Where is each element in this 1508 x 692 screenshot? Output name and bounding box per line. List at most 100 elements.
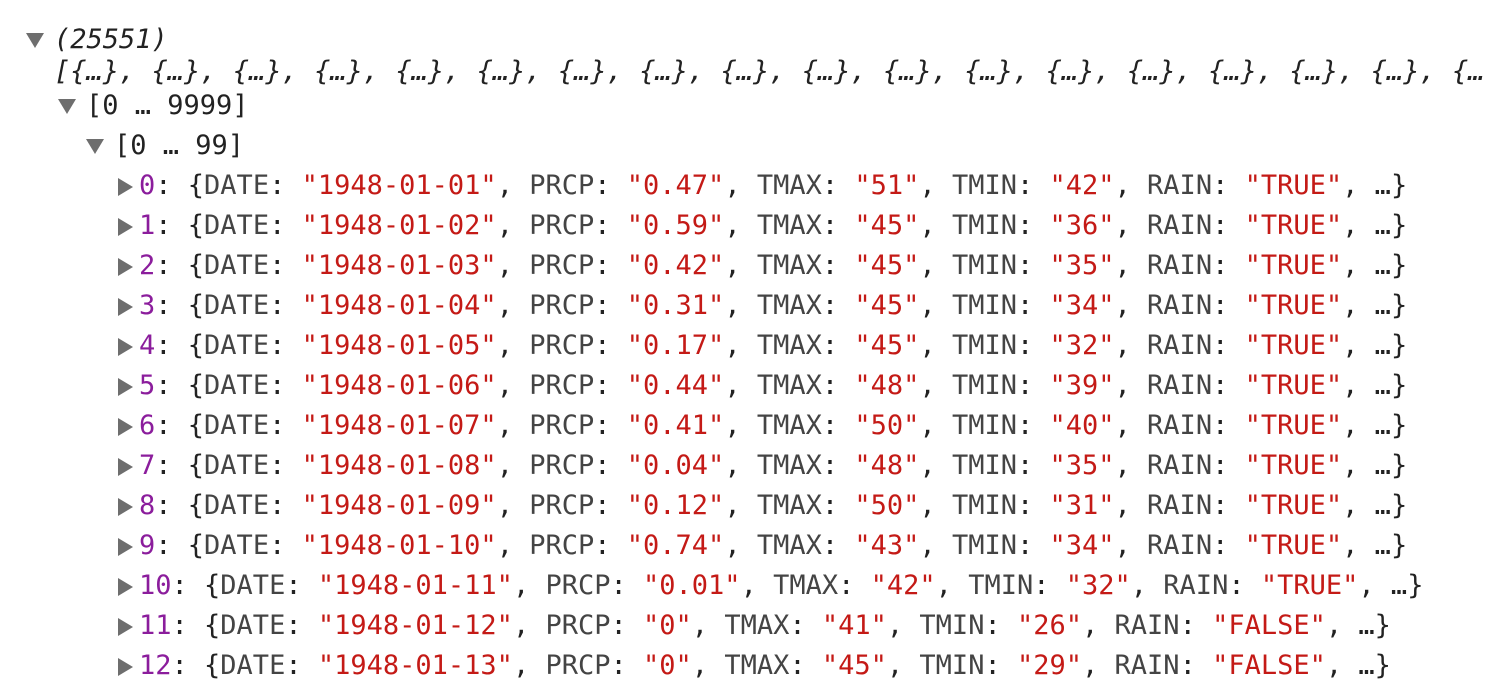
row-value-prcp: 0.59 bbox=[643, 210, 709, 241]
row-value-prcp: 0.17 bbox=[643, 330, 709, 361]
object-row[interactable]: 8: {DATE: "1948-01-09", PRCP: "0.12", TM… bbox=[118, 486, 1407, 526]
expand-row-triangle-icon[interactable] bbox=[118, 337, 133, 356]
expand-row-triangle-icon[interactable] bbox=[118, 177, 133, 196]
quote-close: " bbox=[496, 610, 513, 641]
row-key-prcp: PRCP bbox=[529, 410, 595, 441]
key-separator: : bbox=[594, 490, 627, 521]
key-separator: : bbox=[1212, 410, 1245, 441]
object-row[interactable]: 4: {DATE: "1948-01-05", PRCP: "0.17", TM… bbox=[118, 326, 1407, 366]
quote-open: " bbox=[301, 210, 318, 241]
expand-group-inner-triangle-icon[interactable] bbox=[86, 139, 104, 154]
expand-row-triangle-icon[interactable] bbox=[118, 617, 133, 636]
object-row[interactable]: 12: {DATE: "1948-01-13", PRCP: "0", TMAX… bbox=[118, 646, 1391, 686]
row-ellipsis: … bbox=[1374, 370, 1391, 401]
object-row[interactable]: 1: {DATE: "1948-01-02", PRCP: "0.59", TM… bbox=[118, 206, 1407, 246]
row-index: 3 bbox=[139, 290, 156, 321]
row-value-prcp: 0.31 bbox=[643, 290, 709, 321]
quote-open: " bbox=[626, 210, 644, 241]
expand-array-triangle-icon[interactable] bbox=[26, 33, 44, 48]
quote-open: " bbox=[1049, 490, 1066, 521]
row-key-tmin: TMIN bbox=[968, 570, 1034, 601]
quote-open: " bbox=[1244, 490, 1261, 521]
row-close-punct: } bbox=[1407, 570, 1424, 601]
row-key-rain: RAIN bbox=[1147, 330, 1213, 361]
row-value-tmax: 43 bbox=[870, 530, 904, 561]
row-key-tmax: TMAX bbox=[756, 250, 822, 281]
row-value-date: 1948-01-10 bbox=[317, 530, 481, 561]
row-key-rain: RAIN bbox=[1147, 450, 1213, 481]
comma-separator: , bbox=[1342, 210, 1375, 241]
quote-close: " bbox=[1098, 530, 1115, 561]
quote-open: " bbox=[301, 490, 318, 521]
row-value-tmax: 45 bbox=[870, 250, 904, 281]
key-separator: : bbox=[610, 650, 643, 681]
comma-separator: , bbox=[740, 570, 774, 601]
expand-group-outer-triangle-icon[interactable] bbox=[58, 99, 76, 114]
quote-open: " bbox=[1244, 170, 1261, 201]
quote-close: " bbox=[1098, 370, 1115, 401]
quote-open: " bbox=[854, 370, 871, 401]
comma-separator: , bbox=[1114, 290, 1148, 321]
row-value-tmax: 41 bbox=[838, 610, 871, 641]
key-separator: : bbox=[838, 570, 871, 601]
object-row[interactable]: 5: {DATE: "1948-01-06", PRCP: "0.44", TM… bbox=[118, 366, 1407, 406]
quote-close: " bbox=[903, 450, 920, 481]
row-value-tmin: 31 bbox=[1065, 490, 1099, 521]
object-row[interactable]: 0: {DATE: "1948-01-01", PRCP: "0.47", TM… bbox=[118, 166, 1407, 206]
quote-open: " bbox=[626, 450, 644, 481]
key-separator: : bbox=[285, 570, 318, 601]
key-separator: : bbox=[269, 370, 302, 401]
comma-separator: , bbox=[1114, 250, 1148, 281]
quote-open: " bbox=[1049, 410, 1066, 441]
quote-open: " bbox=[1049, 250, 1066, 281]
object-row[interactable]: 2: {DATE: "1948-01-03", PRCP: "0.42", TM… bbox=[118, 246, 1407, 286]
expand-row-triangle-icon[interactable] bbox=[118, 657, 133, 676]
key-separator: : bbox=[1212, 370, 1245, 401]
quote-close: " bbox=[1325, 450, 1343, 481]
quote-open: " bbox=[1212, 610, 1229, 641]
object-row[interactable]: 3: {DATE: "1948-01-04", PRCP: "0.31", TM… bbox=[118, 286, 1407, 326]
object-row[interactable]: 10: {DATE: "1948-01-11", PRCP: "0.01", T… bbox=[118, 566, 1423, 606]
row-key-tmax: TMAX bbox=[756, 330, 822, 361]
expand-row-triangle-icon[interactable] bbox=[118, 377, 133, 396]
row-value-prcp: 0 bbox=[659, 650, 676, 681]
expand-row-triangle-icon[interactable] bbox=[118, 537, 133, 556]
comma-separator: , bbox=[496, 290, 530, 321]
comma-separator: , bbox=[1325, 610, 1359, 641]
expand-row-triangle-icon[interactable] bbox=[118, 417, 133, 436]
expand-row-triangle-icon[interactable] bbox=[118, 217, 133, 236]
row-open-punct: : { bbox=[155, 290, 205, 321]
object-row[interactable]: 7: {DATE: "1948-01-08", PRCP: "0.04", TM… bbox=[118, 446, 1407, 486]
row-close-punct: } bbox=[1390, 170, 1408, 201]
quote-close: " bbox=[1325, 410, 1343, 441]
row-value-tmax: 51 bbox=[870, 170, 904, 201]
row-value-prcp: 0.04 bbox=[643, 450, 709, 481]
object-row[interactable]: 9: {DATE: "1948-01-10", PRCP: "0.74", TM… bbox=[118, 526, 1407, 566]
expand-row-triangle-icon[interactable] bbox=[118, 457, 133, 476]
array-preview: [{…}, {…}, {…}, {…}, {…}, {…}, {…}, {…},… bbox=[54, 56, 1485, 87]
row-key-tmin: TMIN bbox=[919, 650, 985, 681]
expand-row-triangle-icon[interactable] bbox=[118, 257, 133, 276]
group-inner-line[interactable]: [0 … 99] bbox=[86, 126, 244, 166]
row-ellipsis: … bbox=[1374, 210, 1391, 241]
expand-row-triangle-icon[interactable] bbox=[118, 297, 133, 316]
expand-row-triangle-icon[interactable] bbox=[118, 497, 133, 516]
row-key-tmax: TMAX bbox=[756, 410, 822, 441]
quote-close: " bbox=[1325, 490, 1343, 521]
comma-separator: , bbox=[919, 490, 952, 521]
group-outer-line[interactable]: [0 … 9999] bbox=[58, 86, 249, 126]
object-row[interactable]: 6: {DATE: "1948-01-07", PRCP: "0.41", TM… bbox=[118, 406, 1407, 446]
expand-row-triangle-icon[interactable] bbox=[118, 577, 133, 596]
row-value-prcp: 0.01 bbox=[659, 570, 725, 601]
row-value-rain: FALSE bbox=[1228, 610, 1310, 641]
row-value-prcp: 0 bbox=[659, 610, 676, 641]
key-separator: : bbox=[594, 210, 627, 241]
quote-open: " bbox=[626, 490, 644, 521]
key-separator: : bbox=[1033, 570, 1066, 601]
quote-close: " bbox=[870, 650, 887, 681]
row-value-tmax: 45 bbox=[870, 290, 904, 321]
comma-separator: , bbox=[919, 210, 952, 241]
comma-separator: , bbox=[724, 490, 757, 521]
row-open-punct: : { bbox=[155, 450, 205, 481]
object-row[interactable]: 11: {DATE: "1948-01-12", PRCP: "0", TMAX… bbox=[118, 606, 1391, 646]
